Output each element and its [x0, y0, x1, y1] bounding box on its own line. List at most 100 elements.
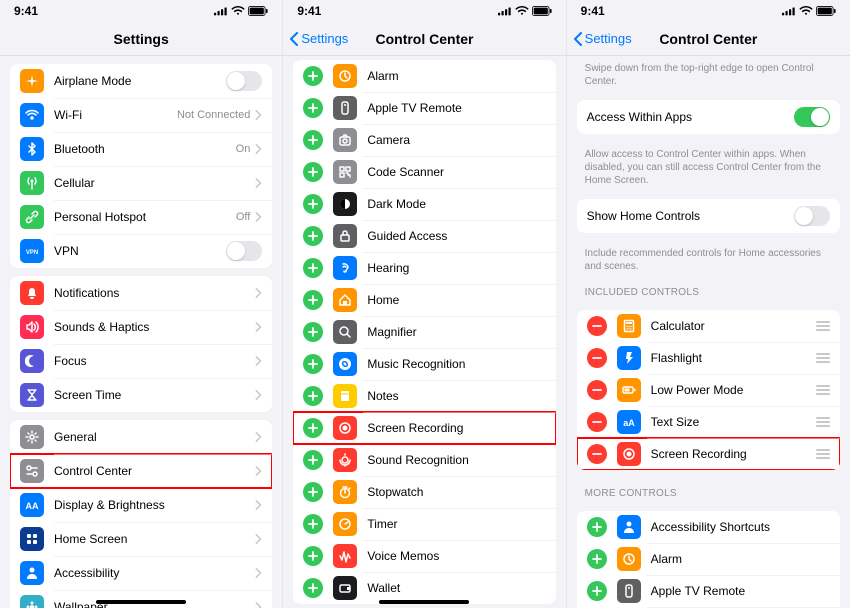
control-row-music-recognition[interactable]: Music Recognition	[293, 348, 555, 380]
settings-row-control-center[interactable]: Control Center	[10, 454, 272, 488]
row-label: Low Power Mode	[651, 383, 816, 397]
control-row-camera[interactable]: Camera	[293, 124, 555, 156]
scroll[interactable]: Alarm Apple TV Remote Camera Code Scanne…	[283, 56, 565, 608]
add-button[interactable]	[303, 130, 323, 150]
page-title: Settings	[114, 31, 169, 47]
control-row-accessibility-shortcuts[interactable]: Accessibility Shortcuts	[577, 511, 840, 543]
moon-icon	[20, 349, 44, 373]
toggle[interactable]	[226, 241, 262, 261]
reorder-handle[interactable]	[816, 353, 830, 363]
add-button[interactable]	[303, 226, 323, 246]
settings-row-notifications[interactable]: Notifications	[10, 276, 272, 310]
remove-button[interactable]	[587, 348, 607, 368]
reorder-handle[interactable]	[816, 321, 830, 331]
lock-icon	[333, 224, 357, 248]
row-label: Bluetooth	[54, 142, 236, 156]
remove-button[interactable]	[587, 444, 607, 464]
settings-row-vpn[interactable]: VPN VPN	[10, 234, 272, 268]
included-row-text-size[interactable]: aA Text Size	[577, 406, 840, 438]
notes-icon	[333, 384, 357, 408]
settings-row-display-brightness[interactable]: AA Display & Brightness	[10, 488, 272, 522]
settings-row-bluetooth[interactable]: BluetoothOn	[10, 132, 272, 166]
control-row-guided-access[interactable]: Guided Access	[293, 220, 555, 252]
settings-row-personal-hotspot[interactable]: Personal HotspotOff	[10, 200, 272, 234]
settings-row-sounds-haptics[interactable]: Sounds & Haptics	[10, 310, 272, 344]
status-time: 9:41	[14, 4, 38, 18]
row-label: Wallet	[367, 581, 545, 595]
reorder-handle[interactable]	[816, 417, 830, 427]
control-row-notes[interactable]: Notes	[293, 380, 555, 412]
add-button[interactable]	[303, 386, 323, 406]
row-label: Screen Recording	[367, 421, 545, 435]
settings-row-airplane-mode[interactable]: Airplane Mode	[10, 64, 272, 98]
add-button[interactable]	[303, 258, 323, 278]
control-row-dark-mode[interactable]: Dark Mode	[293, 188, 555, 220]
add-button[interactable]	[303, 98, 323, 118]
add-button[interactable]	[303, 322, 323, 342]
toggle[interactable]	[794, 206, 830, 226]
settings-row-wallpaper[interactable]: Wallpaper	[10, 590, 272, 608]
row-label: Airplane Mode	[54, 74, 226, 88]
add-button[interactable]	[303, 450, 323, 470]
included-row-screen-recording[interactable]: Screen Recording	[577, 438, 840, 470]
back-button[interactable]: Settings	[573, 31, 632, 46]
control-row-code-scanner[interactable]: Code Scanner	[293, 156, 555, 188]
clock-icon	[617, 547, 641, 571]
remove-button[interactable]	[587, 380, 607, 400]
add-button[interactable]	[587, 517, 607, 537]
home-indicator[interactable]	[96, 600, 186, 604]
remove-button[interactable]	[587, 316, 607, 336]
bluetooth-icon	[20, 137, 44, 161]
add-button[interactable]	[303, 194, 323, 214]
settings-row-wi-fi[interactable]: Wi-FiNot Connected	[10, 98, 272, 132]
shazam-icon	[333, 352, 357, 376]
control-row-hearing[interactable]: Hearing	[293, 252, 555, 284]
aa-icon: AA	[20, 493, 44, 517]
control-row-alarm[interactable]: Alarm	[293, 60, 555, 92]
settings-row-cellular[interactable]: Cellular	[10, 166, 272, 200]
control-row-screen-recording[interactable]: Screen Recording	[293, 412, 555, 444]
home-indicator[interactable]	[379, 600, 469, 604]
control-row-apple-tv-remote[interactable]: Apple TV Remote	[293, 92, 555, 124]
add-button[interactable]	[303, 514, 323, 534]
settings-row-general[interactable]: General	[10, 420, 272, 454]
control-row-voice-memos[interactable]: Voice Memos	[293, 540, 555, 572]
wifi-icon	[515, 6, 529, 16]
settings-row-accessibility[interactable]: Accessibility	[10, 556, 272, 590]
included-row-low-power-mode[interactable]: Low Power Mode	[577, 374, 840, 406]
add-button[interactable]	[303, 546, 323, 566]
add-button[interactable]	[303, 578, 323, 598]
add-button[interactable]	[303, 162, 323, 182]
reorder-handle[interactable]	[816, 385, 830, 395]
scroll[interactable]: Airplane Mode Wi-FiNot Connected Bluetoo…	[0, 56, 282, 608]
control-row-apple-tv-remote[interactable]: Apple TV Remote	[577, 575, 840, 607]
settings-row-screen-time[interactable]: Screen Time	[10, 378, 272, 412]
add-button[interactable]	[303, 66, 323, 86]
back-button[interactable]: Settings	[289, 31, 348, 46]
add-button[interactable]	[587, 581, 607, 601]
included-row-calculator[interactable]: Calculator	[577, 310, 840, 342]
toggle[interactable]	[794, 107, 830, 127]
settings-row-focus[interactable]: Focus	[10, 344, 272, 378]
remove-button[interactable]	[587, 412, 607, 432]
toggle[interactable]	[226, 71, 262, 91]
toggle-row-access-within-apps[interactable]: Access Within Apps	[577, 100, 840, 134]
control-row-sound-recognition[interactable]: Sound Recognition	[293, 444, 555, 476]
included-row-flashlight[interactable]: Flashlight	[577, 342, 840, 374]
status-icons	[214, 6, 268, 16]
add-button[interactable]	[303, 354, 323, 374]
more-header: MORE CONTROLS	[567, 478, 850, 503]
add-button[interactable]	[303, 290, 323, 310]
toggle-row-show-home-controls[interactable]: Show Home Controls	[577, 199, 840, 233]
control-row-timer[interactable]: Timer	[293, 508, 555, 540]
control-row-magnifier[interactable]: Magnifier	[293, 316, 555, 348]
add-button[interactable]	[303, 418, 323, 438]
settings-row-home-screen[interactable]: Home Screen	[10, 522, 272, 556]
control-row-stopwatch[interactable]: Stopwatch	[293, 476, 555, 508]
add-button[interactable]	[303, 482, 323, 502]
add-button[interactable]	[587, 549, 607, 569]
control-row-alarm[interactable]: Alarm	[577, 543, 840, 575]
reorder-handle[interactable]	[816, 449, 830, 459]
scroll[interactable]: Swipe down from the top-right edge to op…	[567, 56, 850, 608]
control-row-home[interactable]: Home	[293, 284, 555, 316]
